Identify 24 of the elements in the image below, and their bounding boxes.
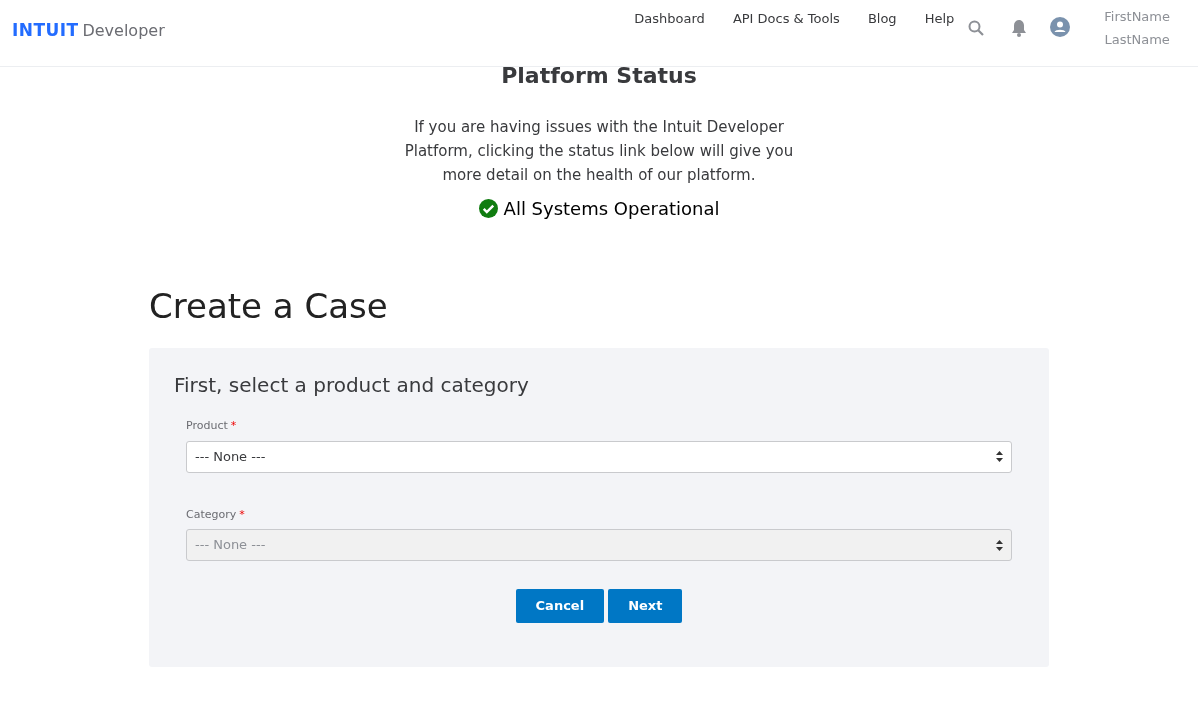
required-mark: * (239, 506, 245, 523)
form-subtitle: First, select a product and category (174, 372, 530, 399)
next-button[interactable]: Next (608, 589, 683, 623)
status-link[interactable]: All Systems Operational (503, 195, 720, 222)
nav-link[interactable]: API Docs & Tools (732, 9, 840, 29)
nav-link[interactable]: Dashboard (634, 9, 705, 29)
select-field[interactable]: --- None --- (186, 440, 1012, 473)
user-avatar-icon[interactable] (1050, 17, 1071, 37)
page-heading: Create a Case (149, 285, 389, 328)
status-heading: Platform Status (501, 62, 697, 90)
sort-arrows-icon (996, 451, 1003, 462)
logo-text: Developer (82, 20, 165, 42)
sort-arrows-icon (996, 539, 1003, 551)
nav-link[interactable]: Help (924, 9, 955, 29)
logo-mark: INTUIT (12, 19, 79, 42)
check-circle-icon (478, 199, 498, 218)
search-icon[interactable] (968, 20, 985, 36)
required-mark: * (230, 418, 237, 434)
bell-icon[interactable] (1010, 19, 1029, 37)
field-label: Category (186, 506, 237, 523)
status-description: If you are having issues with the Intuit Developer Platform, clicking the status link below will give you more detail on the health of our platform. (403, 117, 795, 186)
cancel-button[interactable]: Cancel (515, 589, 605, 623)
field-label: Product (186, 418, 228, 434)
nav-link[interactable]: Blog (867, 9, 897, 29)
